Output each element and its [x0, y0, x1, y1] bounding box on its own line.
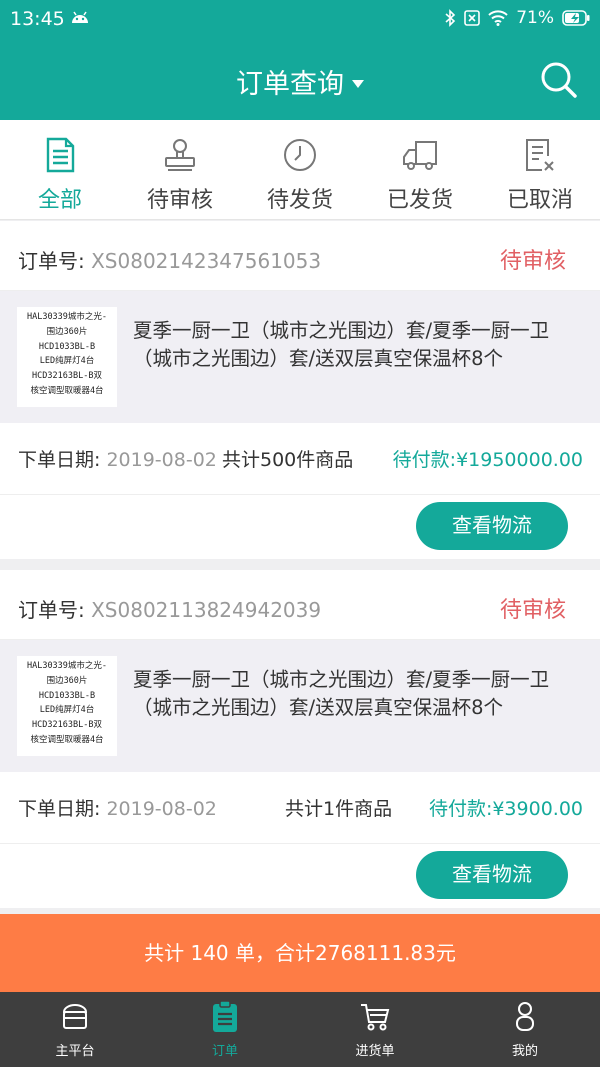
- order-number-label: 订单号:: [18, 598, 92, 622]
- order-number-row: 订单号: XS0802142347561053: [18, 245, 321, 274]
- nav-purchase-list-label: 进货单: [355, 1044, 395, 1059]
- product-thumbnail: HAL30339城市之光- 围边360片 HCD1033BL-B LED纯屏灯4…: [17, 307, 117, 407]
- order-card[interactable]: 订单号: XS0802142347561053 待审核 HAL30339城市之光…: [0, 221, 600, 559]
- order-summary-bar: 共计 140 单，合计2768111.83元: [0, 914, 600, 992]
- order-number-label: 订单号:: [18, 249, 92, 273]
- order-status: 待审核: [499, 598, 566, 623]
- app-bar: 订单查询: [0, 40, 600, 120]
- order-status-tabs: 全部 待审核 待发货 已发货 已取消: [0, 120, 600, 220]
- order-date-label: 下单日期:: [18, 449, 107, 471]
- order-date-row: 下单日期: 2019-08-02: [18, 445, 217, 472]
- order-date: 2019-08-02: [106, 449, 217, 471]
- order-card[interactable]: 订单号: XS0802113824942039 待审核 HAL30339城市之光…: [0, 570, 600, 908]
- tab-cancelled-label: 已取消: [506, 188, 573, 213]
- bottom-nav: 主平台 订单 进货单 我的: [0, 992, 600, 1067]
- order-amount-due: 待付款:¥1950000.00: [392, 449, 583, 471]
- order-amount-due: 待付款:¥3900.00: [428, 798, 583, 820]
- order-info: 下单日期: 2019-08-02 共计500件商品 待付款:¥1950000.0…: [0, 423, 600, 495]
- nav-orders-label: 订单: [211, 1044, 238, 1059]
- nav-mine[interactable]: 我的: [450, 992, 600, 1067]
- status-time: 13:45: [10, 8, 65, 30]
- order-item-count: 共计1件商品: [285, 798, 393, 820]
- page-title[interactable]: 订单查询: [0, 62, 600, 101]
- thumb-line: LED纯屏灯4台: [39, 356, 95, 367]
- person-icon: [516, 1002, 534, 1031]
- order-actions: 查看物流: [0, 495, 600, 559]
- tab-cancelled[interactable]: 已取消: [480, 120, 600, 219]
- product-thumbnail: HAL30339城市之光- 围边360片 HCD1033BL-B LED纯屏灯4…: [17, 656, 117, 756]
- thumb-line: 围边360片: [46, 326, 88, 337]
- order-item-count: 共计500件商品: [222, 449, 354, 471]
- product-name: 夏季一厨一卫（城市之光围边）套/夏季一厨一卫（城市之光围边）套/送双层真空保温杯…: [133, 319, 550, 370]
- order-header: 订单号: XS0802142347561053 待审核: [0, 221, 600, 291]
- thumb-line: HCD32163BL-B双: [32, 371, 102, 382]
- store-icon: [62, 1004, 88, 1029]
- tab-pending-review-label: 待审核: [146, 188, 213, 213]
- stamp-icon: [165, 139, 195, 171]
- tab-pending-review[interactable]: 待审核: [120, 120, 240, 219]
- thumb-line: LED纯屏灯4台: [39, 705, 95, 716]
- order-date-row: 下单日期: 2019-08-02: [18, 794, 217, 821]
- page-title-text: 订单查询: [236, 69, 344, 100]
- tab-to-ship[interactable]: 待发货: [240, 120, 360, 219]
- wifi-icon: [488, 10, 508, 26]
- order-actions: 查看物流: [0, 844, 600, 908]
- nav-purchase-list[interactable]: 进货单: [300, 992, 450, 1067]
- order-goods[interactable]: HAL30339城市之光- 围边360片 HCD1033BL-B LED纯屏灯4…: [0, 640, 600, 772]
- battery-charging-icon: [562, 10, 590, 26]
- tab-all-label: 全部: [37, 188, 82, 213]
- order-date: 2019-08-02: [106, 798, 217, 820]
- view-logistics-button[interactable]: 查看物流: [416, 851, 568, 899]
- status-bar: 13:45 71%: [0, 0, 600, 40]
- product-name: 夏季一厨一卫（城市之光围边）套/夏季一厨一卫（城市之光围边）套/送双层真空保温杯…: [133, 668, 550, 719]
- thumb-line: HCD1033BL-B: [38, 690, 96, 701]
- nav-main-platform-label: 主平台: [55, 1044, 95, 1059]
- thumb-line: HAL30339城市之光-: [26, 312, 108, 322]
- nav-orders[interactable]: 订单: [150, 992, 300, 1067]
- order-goods[interactable]: HAL30339城市之光- 围边360片 HCD1033BL-B LED纯屏灯4…: [0, 291, 600, 423]
- tab-all[interactable]: 全部: [0, 120, 120, 219]
- order-number: XS0802142347561053: [91, 249, 322, 273]
- nav-main-platform[interactable]: 主平台: [0, 992, 150, 1067]
- battery-percent: 71%: [516, 8, 554, 28]
- tab-shipped-label: 已发货: [386, 188, 453, 213]
- thumb-line: 围边360片: [46, 675, 88, 686]
- cancel-document-icon: [526, 139, 554, 171]
- order-status: 待审核: [499, 249, 566, 274]
- thumb-line: HCD32163BL-B双: [32, 720, 102, 731]
- thumb-line: HAL30339城市之光-: [26, 661, 108, 671]
- order-header: 订单号: XS0802113824942039 待审核: [0, 570, 600, 640]
- order-date-label: 下单日期:: [18, 798, 107, 820]
- order-info: 下单日期: 2019-08-02 共计1件商品 待付款:¥3900.00: [0, 772, 600, 844]
- thumb-line: 核空调型取暖器4台: [30, 734, 104, 745]
- nav-mine-label: 我的: [511, 1044, 538, 1059]
- no-sim-icon: [464, 10, 481, 26]
- clock-icon: [284, 139, 316, 171]
- tab-to-ship-label: 待发货: [266, 188, 333, 213]
- truck-icon: [403, 141, 437, 170]
- bluetooth-icon: [445, 9, 456, 27]
- cart-icon: [361, 1004, 390, 1031]
- clipboard-icon: [213, 1000, 237, 1032]
- caret-down-icon: [352, 79, 364, 88]
- document-icon: [46, 137, 75, 173]
- view-logistics-button[interactable]: 查看物流: [416, 502, 568, 550]
- thumb-line: 核空调型取暖器4台: [30, 385, 104, 396]
- thumb-line: HCD1033BL-B: [38, 341, 96, 352]
- order-number: XS0802113824942039: [91, 598, 322, 622]
- android-icon: [72, 11, 88, 23]
- search-icon[interactable]: [540, 60, 578, 100]
- tab-shipped[interactable]: 已发货: [360, 120, 480, 219]
- order-number-row: 订单号: XS0802113824942039: [18, 594, 321, 623]
